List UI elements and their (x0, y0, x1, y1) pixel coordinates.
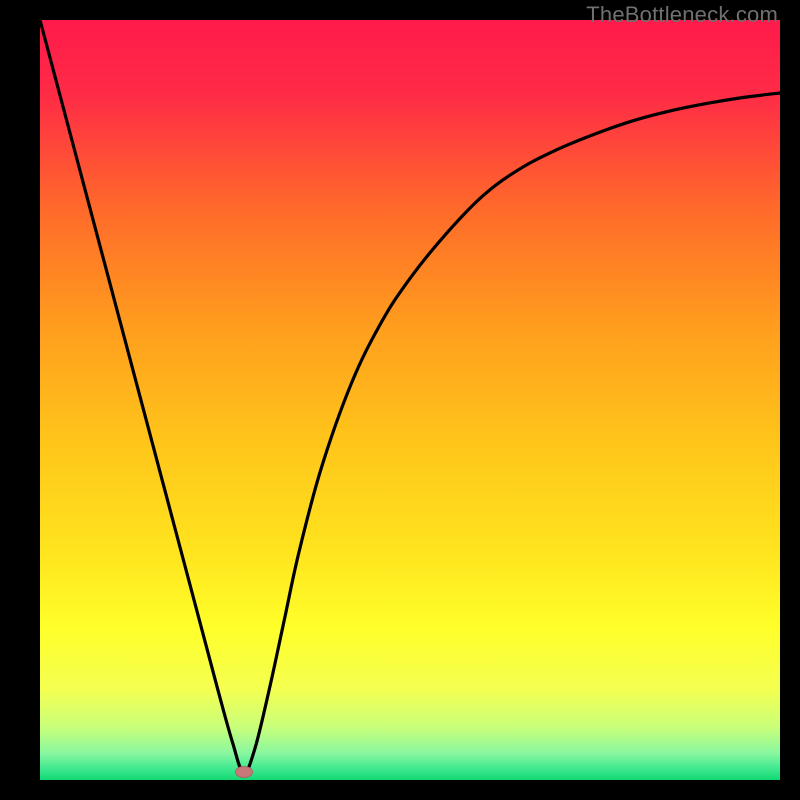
bottleneck-curve (40, 20, 780, 780)
chart-frame: TheBottleneck.com (0, 0, 800, 800)
minimum-marker (235, 766, 253, 778)
plot-area (40, 20, 780, 780)
watermark-text: TheBottleneck.com (586, 2, 778, 28)
